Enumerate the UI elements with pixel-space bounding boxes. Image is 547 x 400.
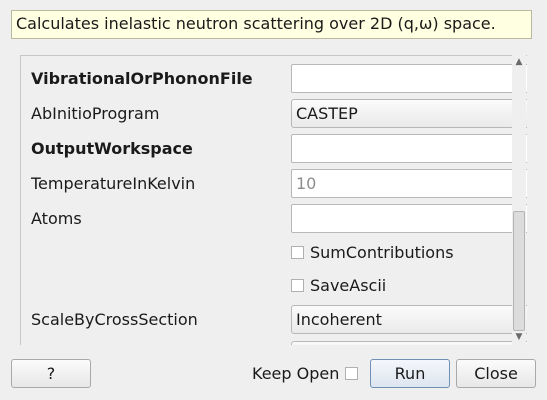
label-abinitio-program: AbInitioProgram <box>31 104 160 123</box>
algorithm-description: Calculates inelastic neutron scattering … <box>11 10 532 39</box>
save-ascii-checkbox[interactable]: SaveAscii <box>291 271 386 301</box>
vibrational-file-input[interactable] <box>291 64 527 93</box>
scrollbar-thumb[interactable] <box>513 211 525 331</box>
run-button[interactable]: Run <box>370 359 450 388</box>
keep-open-box[interactable] <box>345 367 359 380</box>
chevron-down-icon[interactable]: ▼ <box>514 332 524 342</box>
keep-open-checkbox[interactable]: Keep Open <box>252 359 359 388</box>
properties-panel: VibrationalOrPhononFile AbInitioProgram … <box>20 55 527 345</box>
label-scale-by-cross-section: ScaleByCrossSection <box>31 310 198 329</box>
properties-scrollbar[interactable]: ▲ ▼ <box>512 55 526 345</box>
chevron-up-icon[interactable]: ▲ <box>514 57 524 67</box>
label-vibrational-file: VibrationalOrPhononFile <box>31 69 253 88</box>
scale-by-cross-section-select[interactable]: Incoherent <box>291 305 527 334</box>
keep-open-label: Keep Open <box>252 364 340 383</box>
sum-contributions-label: SumContributions <box>310 243 454 262</box>
save-ascii-box[interactable] <box>291 279 304 292</box>
label-atoms: Atoms <box>31 209 82 228</box>
label-temperature: TemperatureInKelvin <box>31 174 196 193</box>
sum-contributions-checkbox[interactable]: SumContributions <box>291 238 454 268</box>
help-button[interactable]: ? <box>11 359 91 388</box>
abinitio-program-select[interactable]: CASTEP <box>291 99 527 128</box>
atoms-input[interactable] <box>291 204 527 233</box>
output-workspace-input[interactable] <box>291 134 527 163</box>
sum-contributions-box[interactable] <box>291 246 304 259</box>
close-button[interactable]: Close <box>456 359 536 388</box>
next-property-field-partial[interactable] <box>291 341 527 345</box>
save-ascii-label: SaveAscii <box>310 276 387 295</box>
temperature-input[interactable]: 10 <box>291 169 527 198</box>
label-output-workspace: OutputWorkspace <box>31 139 193 158</box>
